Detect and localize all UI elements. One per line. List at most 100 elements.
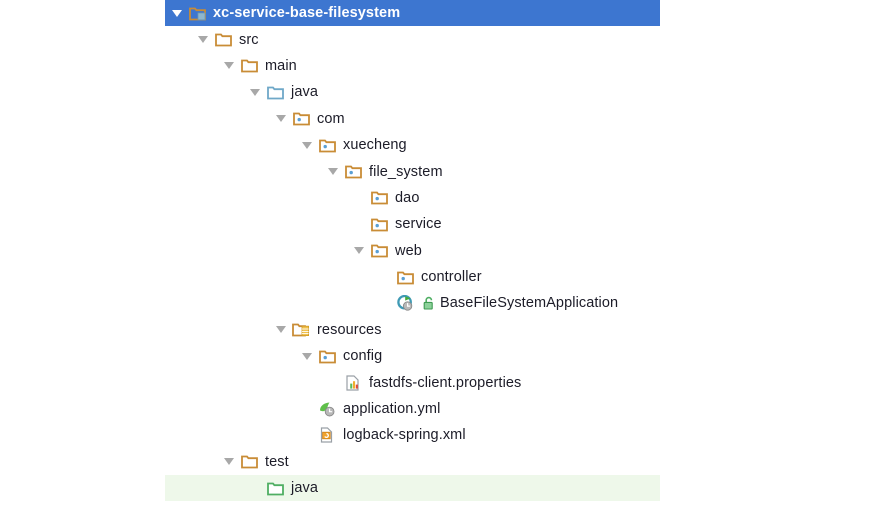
tree-row-content: fastdfs-client.properties <box>0 369 521 395</box>
tree-node-label: file_system <box>369 163 443 180</box>
tree-node-label: controller <box>421 269 482 286</box>
tree-row-content: controller <box>0 264 482 290</box>
tree-node-label: test <box>265 453 289 470</box>
tree-row[interactable]: application.yml <box>0 396 877 422</box>
tree-row-content: xc-service-base-filesystem <box>0 0 400 26</box>
tree-row-content: main <box>0 53 297 79</box>
tree-node-label: com <box>317 110 345 127</box>
tree-row[interactable]: test <box>0 449 877 475</box>
tree-node-label: src <box>239 31 259 48</box>
package-folder-icon <box>342 158 364 184</box>
tree-row[interactable]: BaseFileSystemApplication <box>0 290 877 316</box>
tree-row-content: src <box>0 26 259 52</box>
tree-row[interactable]: resources <box>0 317 877 343</box>
tree-row[interactable]: com <box>0 106 877 132</box>
package-folder-icon <box>394 264 416 290</box>
source-root-folder-icon <box>264 79 286 105</box>
tree-row-content: service <box>0 211 442 237</box>
module-folder-icon <box>186 0 208 26</box>
chevron-down-icon[interactable] <box>272 317 290 343</box>
tree-row-content: BaseFileSystemApplication <box>0 290 618 316</box>
tree-node-label: xc-service-base-filesystem <box>213 5 401 22</box>
tree-row[interactable]: src <box>0 26 877 52</box>
tree-row-content: logback-spring.xml <box>0 422 466 448</box>
tree-row[interactable]: java <box>0 475 877 502</box>
tree-node-label: xuecheng <box>343 137 407 154</box>
tree-row-content: java <box>0 475 318 501</box>
package-folder-icon <box>316 343 338 369</box>
tree-node-label: java <box>291 84 318 101</box>
tree-row[interactable]: config <box>0 343 877 369</box>
chevron-down-icon[interactable] <box>272 106 290 132</box>
tree-row[interactable]: controller <box>0 264 877 290</box>
tree-node-label: web <box>395 242 422 259</box>
chevron-down-icon[interactable] <box>350 238 368 264</box>
folder-icon <box>238 449 260 475</box>
public-unlocked-icon <box>419 290 437 316</box>
tree-row[interactable]: dao <box>0 185 877 211</box>
tree-row-content: xuecheng <box>0 132 407 158</box>
tree-row-content: java <box>0 79 318 105</box>
package-folder-icon <box>368 185 390 211</box>
chevron-down-icon[interactable] <box>220 53 238 79</box>
chevron-down-icon[interactable] <box>298 132 316 158</box>
tree-node-label: main <box>265 57 297 74</box>
tree-row-content: com <box>0 106 345 132</box>
tree-node-label: config <box>343 348 383 365</box>
tree-row-content: test <box>0 449 289 475</box>
chevron-down-icon[interactable] <box>194 26 212 52</box>
tree-node-label: BaseFileSystemApplication <box>440 295 619 312</box>
test-source-root-folder-icon <box>264 475 286 501</box>
tree-row[interactable]: fastdfs-client.properties <box>0 369 877 395</box>
project-tree[interactable]: xc-service-base-filesystem src main java com… <box>0 0 877 514</box>
tree-row[interactable]: xc-service-base-filesystem <box>0 0 877 27</box>
tree-row[interactable]: java <box>0 79 877 105</box>
tree-node-label: fastdfs-client.properties <box>369 374 522 391</box>
xml-file-icon <box>316 422 338 448</box>
tree-row[interactable]: service <box>0 211 877 237</box>
tree-row[interactable]: web <box>0 238 877 264</box>
package-folder-icon <box>368 211 390 237</box>
chevron-down-icon[interactable] <box>298 343 316 369</box>
tree-row[interactable]: file_system <box>0 158 877 184</box>
tree-row[interactable]: logback-spring.xml <box>0 422 877 448</box>
chevron-down-icon[interactable] <box>168 0 186 26</box>
tree-node-label: logback-spring.xml <box>343 427 466 444</box>
folder-icon <box>212 26 234 52</box>
tree-node-label: resources <box>317 321 382 338</box>
properties-file-icon <box>342 369 364 395</box>
tree-node-label: java <box>291 480 318 497</box>
tree-row-content: dao <box>0 185 420 211</box>
chevron-down-icon[interactable] <box>246 79 264 105</box>
package-folder-icon <box>316 132 338 158</box>
package-folder-icon <box>368 238 390 264</box>
chevron-down-icon[interactable] <box>324 158 342 184</box>
spring-boot-class-icon <box>394 290 416 316</box>
tree-row[interactable]: xuecheng <box>0 132 877 158</box>
tree-row[interactable]: main <box>0 53 877 79</box>
tree-node-label: dao <box>395 189 420 206</box>
tree-node-label: application.yml <box>343 401 441 418</box>
chevron-down-icon[interactable] <box>220 449 238 475</box>
package-folder-icon <box>290 106 312 132</box>
folder-icon <box>238 53 260 79</box>
tree-row-content: file_system <box>0 158 443 184</box>
tree-node-label: service <box>395 216 442 233</box>
